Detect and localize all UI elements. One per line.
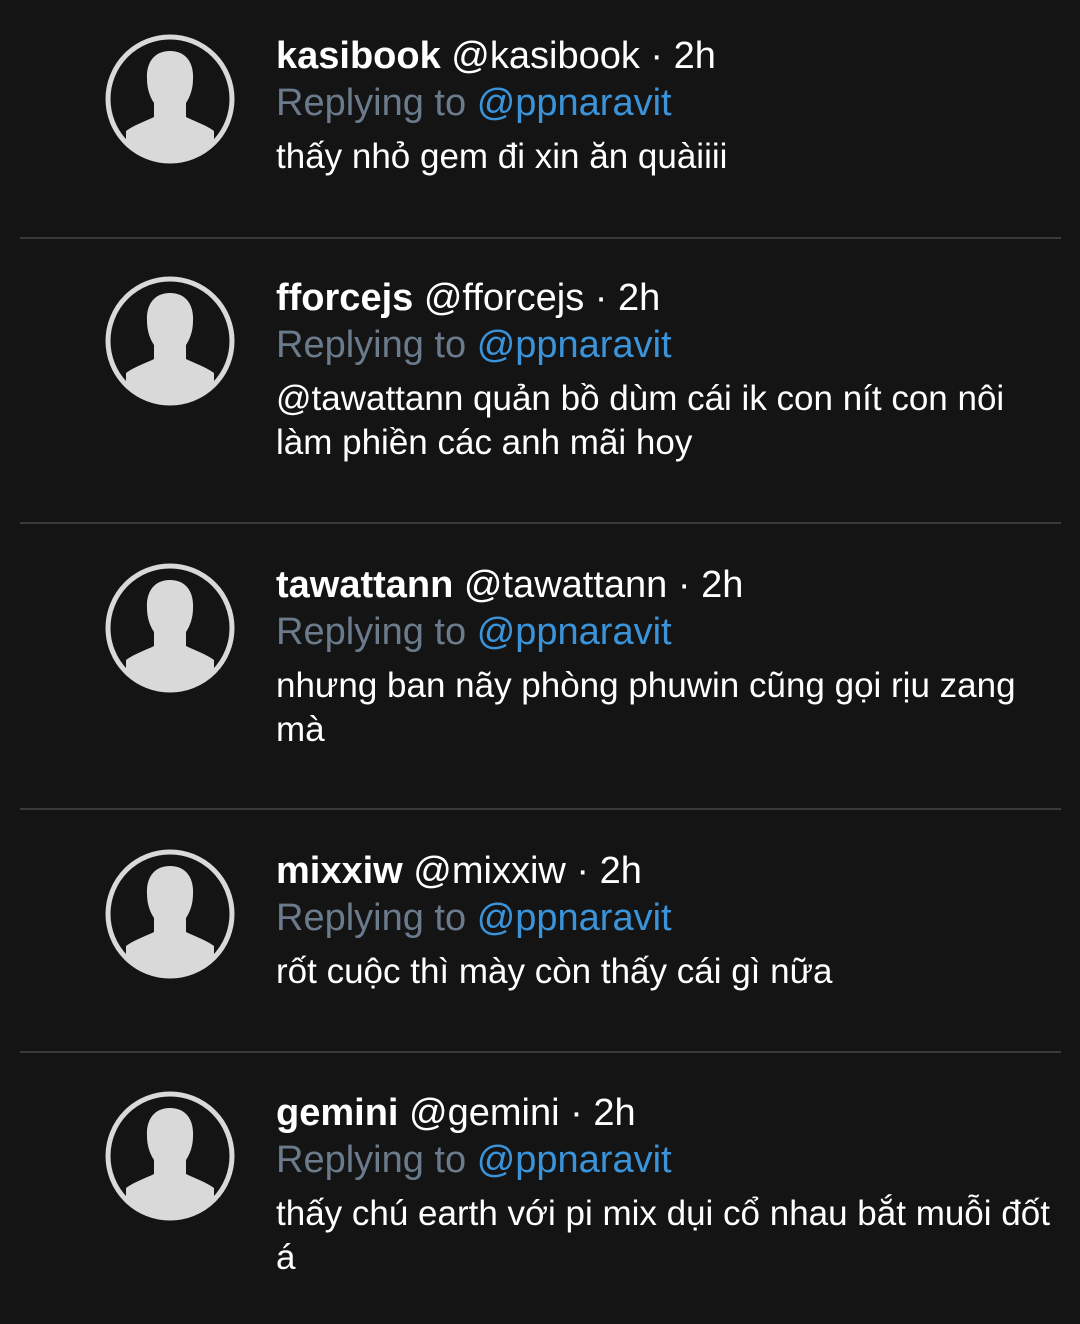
separator-dot: ·	[677, 564, 691, 606]
replying-to: Replying to @ppnaravit	[276, 321, 1066, 369]
reply-content: kasibook @kasibook · 2h Replying to @ppn…	[276, 33, 1066, 179]
replying-to-handle[interactable]: @ppnaravit	[477, 82, 672, 124]
replying-to-label: Replying to	[276, 82, 467, 124]
reply-content: fforcejs @fforcejs · 2h Replying to @ppn…	[276, 275, 1066, 465]
replying-to-label: Replying to	[276, 897, 467, 939]
reply-text: @tawattann quản bồ dùm cái ik con nít co…	[276, 379, 1005, 462]
default-avatar-icon[interactable]	[104, 275, 236, 407]
divider	[20, 808, 1061, 810]
timestamp[interactable]: 2h	[618, 277, 660, 319]
divider	[20, 522, 1061, 524]
replying-to-handle[interactable]: @ppnaravit	[477, 1139, 672, 1181]
replying-to: Replying to @ppnaravit	[276, 1136, 1066, 1184]
timestamp[interactable]: 2h	[600, 850, 642, 892]
separator-dot: ·	[594, 277, 608, 319]
divider	[20, 237, 1061, 239]
replying-to-label: Replying to	[276, 324, 467, 366]
timestamp[interactable]: 2h	[593, 1092, 635, 1134]
reply-content: mixxiw @mixxiw · 2h Replying to @ppnarav…	[276, 848, 1066, 994]
display-name[interactable]: fforcejs	[276, 277, 413, 319]
default-avatar-icon[interactable]	[104, 562, 236, 694]
reply-header: gemini @gemini · 2h	[276, 1090, 1066, 1136]
timestamp[interactable]: 2h	[674, 35, 716, 77]
separator-dot: ·	[576, 850, 590, 892]
display-name[interactable]: tawattann	[276, 564, 453, 606]
replying-to-label: Replying to	[276, 1139, 467, 1181]
reply-header: fforcejs @fforcejs · 2h	[276, 275, 1066, 321]
replying-to: Replying to @ppnaravit	[276, 79, 1066, 127]
replying-to-handle[interactable]: @ppnaravit	[477, 324, 672, 366]
replying-to: Replying to @ppnaravit	[276, 608, 1066, 656]
replying-to-handle[interactable]: @ppnaravit	[477, 611, 672, 653]
reply-content: gemini @gemini · 2h Replying to @ppnarav…	[276, 1090, 1066, 1280]
reply-text: rốt cuộc thì mày còn thấy cái gì nữa	[276, 952, 833, 991]
reply-text: nhưng ban nãy phòng phuwin cũng gọi rịu …	[276, 666, 1016, 749]
replying-to-handle[interactable]: @ppnaravit	[477, 897, 672, 939]
default-avatar-icon[interactable]	[104, 848, 236, 980]
divider	[20, 1051, 1061, 1053]
user-handle[interactable]: @kasibook	[451, 35, 640, 77]
user-handle[interactable]: @tawattann	[464, 564, 667, 606]
reply-header: tawattann @tawattann · 2h	[276, 562, 1066, 608]
reply-header: mixxiw @mixxiw · 2h	[276, 848, 1066, 894]
replying-to-label: Replying to	[276, 611, 467, 653]
display-name[interactable]: kasibook	[276, 35, 441, 77]
display-name[interactable]: mixxiw	[276, 850, 403, 892]
default-avatar-icon[interactable]	[104, 1090, 236, 1222]
reply-header: kasibook @kasibook · 2h	[276, 33, 1066, 79]
separator-dot: ·	[570, 1092, 583, 1134]
user-handle[interactable]: @mixxiw	[413, 850, 566, 892]
user-handle[interactable]: @gemini	[409, 1092, 560, 1134]
display-name[interactable]: gemini	[276, 1092, 398, 1134]
default-avatar-icon[interactable]	[104, 33, 236, 165]
replying-to: Replying to @ppnaravit	[276, 894, 1066, 942]
reply-text: thấy chú earth với pi mix dụi cổ nhau bắ…	[276, 1194, 1050, 1277]
reply-text: thấy nhỏ gem đi xin ăn quàiiii	[276, 137, 728, 176]
separator-dot: ·	[650, 35, 664, 77]
timestamp[interactable]: 2h	[701, 564, 743, 606]
reply-content: tawattann @tawattann · 2h Replying to @p…	[276, 562, 1066, 752]
user-handle[interactable]: @fforcejs	[424, 277, 584, 319]
